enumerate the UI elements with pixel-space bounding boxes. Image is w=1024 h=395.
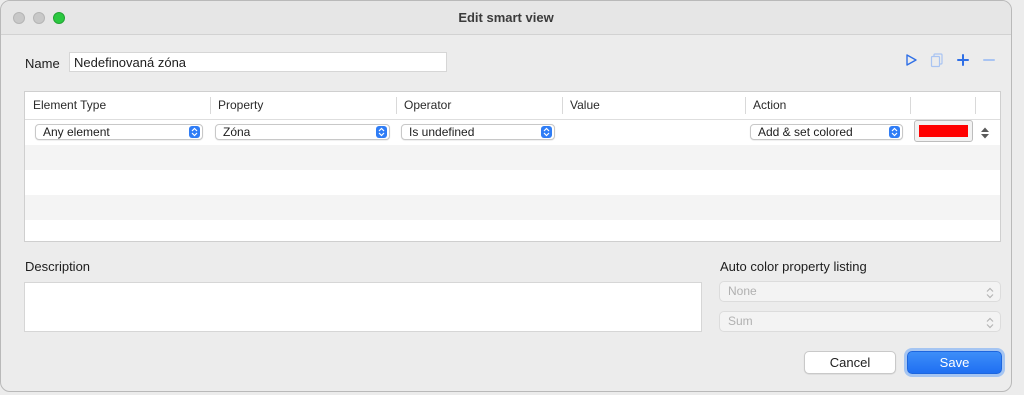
color-swatch [919, 125, 968, 137]
select-arrows-icon [189, 126, 200, 138]
window-title: Edit smart view [458, 10, 554, 25]
header-value[interactable]: Value [562, 92, 745, 119]
element-type-select[interactable]: Any element [35, 124, 203, 140]
select-arrows-icon [889, 126, 900, 138]
column-divider [975, 97, 976, 114]
title-bar: Edit smart view [1, 1, 1011, 35]
header-property[interactable]: Property [210, 92, 396, 119]
plus-icon[interactable] [954, 51, 972, 69]
description-field[interactable] [24, 282, 702, 332]
rules-table: Element Type Property Operator Value Act… [24, 91, 1001, 242]
table-row [25, 195, 1000, 220]
auto-color-select-1[interactable]: None [719, 281, 1001, 302]
table-row [25, 145, 1000, 170]
copy-icon[interactable] [928, 51, 946, 69]
edit-smart-view-dialog: Edit smart view Name Element Type Proper… [0, 0, 1012, 392]
header-action[interactable]: Action [745, 92, 910, 119]
table-row [25, 170, 1000, 195]
select-arrows-icon [376, 126, 387, 138]
save-button[interactable]: Save [907, 351, 1002, 374]
chevron-updown-icon [986, 316, 994, 329]
cancel-button[interactable]: Cancel [804, 351, 896, 374]
element-type-value: Any element [43, 125, 110, 139]
operator-value: Is undefined [409, 125, 475, 139]
table-header: Element Type Property Operator Value Act… [25, 92, 1000, 120]
auto-color-select-1-value: None [728, 284, 757, 298]
minus-icon[interactable] [980, 51, 998, 69]
auto-color-label: Auto color property listing [720, 259, 867, 274]
column-divider [910, 97, 911, 114]
header-operator[interactable]: Operator [396, 92, 562, 119]
stepper-arrows-icon[interactable] [980, 126, 990, 140]
header-element-type[interactable]: Element Type [25, 92, 210, 119]
table-row: Any element Zóna Is undefined Add & set … [25, 120, 1000, 145]
auto-color-select-2[interactable]: Sum [719, 311, 1001, 332]
table-row [25, 220, 1000, 241]
description-label: Description [25, 259, 91, 274]
name-field[interactable] [69, 52, 447, 72]
operator-select[interactable]: Is undefined [401, 124, 555, 140]
play-icon[interactable] [903, 51, 921, 69]
select-arrows-icon [541, 126, 552, 138]
color-well[interactable] [914, 120, 973, 142]
auto-color-select-2-value: Sum [728, 314, 753, 328]
property-select[interactable]: Zóna [215, 124, 390, 140]
action-select[interactable]: Add & set colored [750, 124, 903, 140]
chevron-updown-icon [986, 286, 994, 299]
action-value: Add & set colored [758, 125, 853, 139]
property-value: Zóna [223, 125, 251, 139]
name-label: Name [25, 56, 60, 71]
